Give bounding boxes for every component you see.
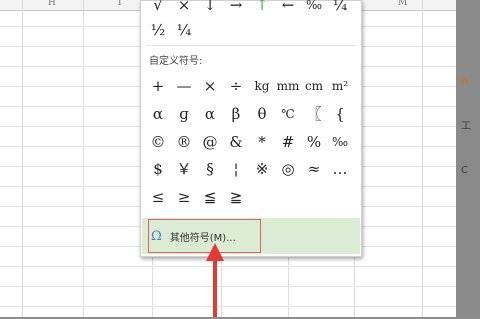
symbol-item[interactable]: ≥ <box>171 187 197 207</box>
right-panel-text: A <box>461 76 469 87</box>
right-panel-text: C <box>461 165 468 176</box>
symbol-item[interactable]: ¼ <box>171 20 197 40</box>
symbol-item[interactable]: ≦ <box>197 187 223 207</box>
grid-line <box>0 306 456 307</box>
symbol-item[interactable]: θ <box>249 104 275 124</box>
symbol-item[interactable]: { <box>327 104 353 124</box>
column-header-i[interactable]: I <box>118 0 122 8</box>
symbol-item[interactable]: ≤ <box>145 187 171 207</box>
symbol-item[interactable]: mm <box>275 76 301 96</box>
symbol-item[interactable]: ɡ <box>171 104 197 124</box>
symbol-item[interactable]: — <box>171 76 197 96</box>
omega-icon: Ω <box>151 228 162 244</box>
right-panel <box>456 0 480 317</box>
symbol-item[interactable]: ½ <box>145 20 171 40</box>
section-divider <box>146 45 356 46</box>
symbol-item[interactable]: kg <box>249 76 275 96</box>
column-header-h[interactable]: H <box>48 0 56 8</box>
symbol-item[interactable]: m² <box>327 76 353 96</box>
symbol-item[interactable]: ≧ <box>223 187 249 207</box>
symbol-item[interactable]: ≈ <box>301 159 327 179</box>
symbol-item[interactable]: ® <box>171 132 197 152</box>
grid-line <box>22 0 23 317</box>
symbol-item[interactable]: ￥ <box>171 159 197 179</box>
symbol-item[interactable]: … <box>327 159 353 179</box>
symbol-item[interactable]: ◎ <box>275 159 301 179</box>
symbol-item[interactable]: cm <box>301 76 327 96</box>
symbol-item[interactable]: ¦ <box>223 159 249 179</box>
grid-line <box>83 0 84 317</box>
symbol-item[interactable]: § <box>197 159 223 179</box>
symbol-item[interactable]: ※ <box>249 159 275 179</box>
custom-symbols-title: 自定义符号: <box>149 56 203 67</box>
grid-line <box>0 266 456 267</box>
symbol-item[interactable]: ← <box>275 0 301 15</box>
symbol-item[interactable]: © <box>145 132 171 152</box>
symbol-item[interactable]: β <box>223 104 249 124</box>
symbol-item[interactable]: % <box>301 132 327 152</box>
red-arrow-annotation <box>206 243 224 317</box>
symbol-item[interactable]: × <box>171 0 197 15</box>
symbol-item[interactable]: + <box>145 76 171 96</box>
grid-line <box>422 0 423 317</box>
symbol-item[interactable]: * <box>249 132 275 152</box>
more-symbols-row[interactable]: Ω 其他符号(M)... <box>142 218 360 254</box>
symbol-popup: √ × ↓ → ↑ ← ‰ ¼ ½ ¼ 自定义符号: + — × ÷ kg mm… <box>140 0 362 257</box>
symbol-item[interactable]: α <box>197 104 223 124</box>
symbol-item[interactable]: √ <box>145 0 171 15</box>
symbol-item[interactable]: ‰ <box>301 0 327 15</box>
symbol-item[interactable]: & <box>223 132 249 152</box>
symbol-item[interactable]: ÷ <box>223 76 249 96</box>
right-panel-text: 工 <box>461 121 471 132</box>
grid-line <box>0 286 456 287</box>
more-symbols-label: 其他符号(M)... <box>169 232 236 244</box>
symbol-item[interactable]: ↑ <box>249 0 275 15</box>
symbol-item[interactable]: ↓ <box>197 0 223 15</box>
symbol-item[interactable]: ℃ <box>275 104 301 124</box>
arrow-head <box>206 243 224 261</box>
symbol-item[interactable]: ‰ <box>327 132 353 152</box>
symbol-item[interactable]: ¼ <box>327 0 353 15</box>
symbol-item[interactable]: × <box>197 76 223 96</box>
column-header-m[interactable]: M <box>398 0 407 8</box>
symbol-item[interactable]: α <box>145 104 171 124</box>
symbol-item[interactable]: # <box>275 132 301 152</box>
symbol-item[interactable]: 〖 <box>301 104 327 124</box>
symbol-item[interactable]: $ <box>145 159 171 179</box>
symbol-item[interactable]: → <box>223 0 249 15</box>
symbol-item[interactable]: @ <box>197 132 223 152</box>
